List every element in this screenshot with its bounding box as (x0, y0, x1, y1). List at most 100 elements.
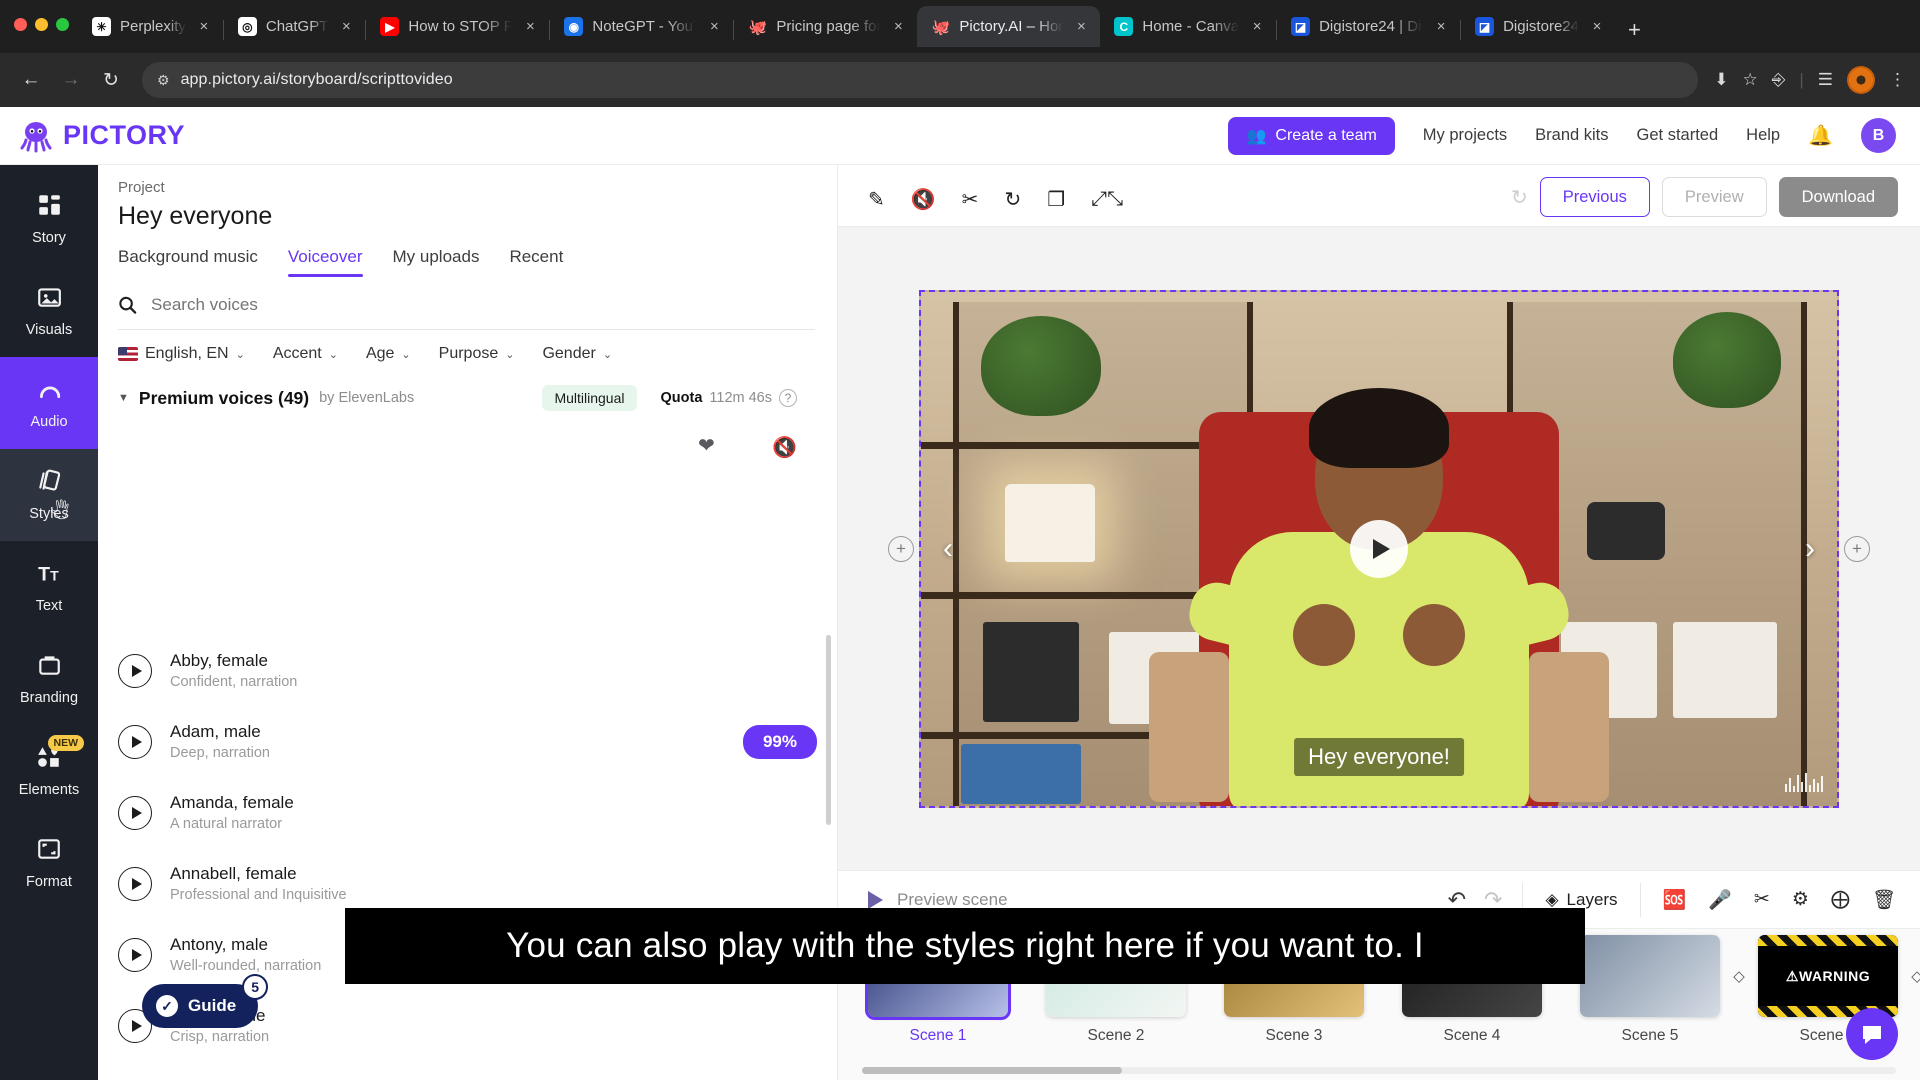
microphone-icon[interactable]: 🎤 (1708, 888, 1732, 912)
filter-age[interactable]: Age ⌄ (366, 345, 411, 363)
close-tab-button[interactable]: × (1432, 18, 1450, 35)
voice-row[interactable]: Amanda, female A natural narrator (98, 777, 837, 848)
scene-thumbnail[interactable]: ⚠WARNING (1758, 935, 1898, 1017)
scene-transition-button[interactable]: ◇ (1904, 935, 1920, 1017)
url-omnibox[interactable]: ⚙ app.pictory.ai/storyboard/scripttovide… (142, 62, 1699, 98)
chrome-menu-icon[interactable]: ⋮ (1889, 70, 1906, 90)
rail-item-branding[interactable]: Branding (0, 633, 98, 725)
duplicate-icon[interactable]: ❐ (1047, 187, 1065, 212)
reading-list-icon[interactable]: ☰ (1818, 70, 1833, 90)
close-tab-button[interactable]: × (1588, 18, 1606, 35)
browser-tab[interactable]: 🐙 Pricing page for × (734, 6, 917, 47)
browser-tab[interactable]: ◪ Digistore24 | Dig × (1277, 6, 1460, 47)
browser-tab[interactable]: C Home - Canva × (1100, 6, 1276, 47)
close-tab-button[interactable]: × (195, 18, 213, 35)
expand-icon[interactable]: ⤢⤡ (1091, 188, 1123, 211)
filter-accent[interactable]: Accent ⌄ (273, 345, 338, 363)
rail-item-format[interactable]: Format (0, 817, 98, 909)
panel-tab-recent[interactable]: Recent (509, 247, 563, 277)
close-window-button[interactable] (14, 18, 27, 31)
nav-help[interactable]: Help (1746, 126, 1780, 145)
close-tab-button[interactable]: × (337, 18, 355, 35)
rail-item-audio[interactable]: Audio (0, 357, 98, 449)
filter-purpose[interactable]: Purpose ⌄ (439, 345, 515, 363)
rail-item-styles[interactable]: Styles 🖑 (0, 449, 98, 541)
avatar[interactable]: B (1861, 118, 1896, 153)
closed-caption-icon[interactable]: 🆘 (1663, 888, 1687, 912)
close-tab-button[interactable]: × (1072, 18, 1090, 35)
browser-tab[interactable]: ◎ ChatGPT × (224, 6, 366, 47)
extensions-icon[interactable]: ⎆ (1772, 70, 1786, 90)
close-tab-button[interactable]: × (705, 18, 723, 35)
rail-item-visuals[interactable]: Visuals (0, 265, 98, 357)
guide-button[interactable]: ✓ Guide 5 (142, 974, 269, 1028)
create-team-button[interactable]: 👥 Create a team (1228, 116, 1395, 155)
notification-bell-icon[interactable]: 🔔 (1808, 123, 1833, 148)
add-scene-right-button[interactable]: + (1844, 535, 1870, 562)
video-play-button[interactable] (1350, 519, 1408, 578)
close-tab-button[interactable]: × (1248, 18, 1266, 35)
browser-tab[interactable]: 🐙 Pictory.AI – Hom × (917, 6, 1101, 47)
pictory-logo[interactable]: PICTORY (18, 118, 185, 154)
delete-trash-icon[interactable]: 🗑 (1872, 888, 1896, 912)
preview-scene-button[interactable]: Preview scene (868, 890, 1008, 910)
question-mark-icon[interactable]: ? (779, 389, 797, 407)
video-caption[interactable]: Hey everyone! (1294, 737, 1464, 776)
browser-tab[interactable]: ◪ Digistore24 × (1461, 6, 1616, 47)
scissors-box-icon[interactable]: ✂ (1754, 888, 1770, 912)
rail-item-story[interactable]: Story (0, 173, 98, 265)
maximize-window-button[interactable] (56, 18, 69, 31)
play-icon[interactable] (118, 724, 152, 759)
back-arrow-icon[interactable]: ← (14, 63, 48, 97)
left-tool-rail[interactable]: Story Visuals Audio Styles 🖑 T T Text Branding NE… (0, 165, 98, 1080)
browser-tab[interactable]: ▶ How to STOP Pr × (366, 6, 549, 47)
panel-tab-voiceover[interactable]: Voiceover (287, 247, 363, 277)
loop-icon[interactable]: ↻ (1004, 187, 1021, 212)
search-input[interactable] (151, 295, 815, 315)
install-app-icon[interactable]: ⬇ (1714, 70, 1728, 90)
voice-filters[interactable]: English, EN ⌄ Accent ⌄ Age ⌄ Purpose ⌄ Gender ⌄ (98, 330, 837, 363)
nav-brand-kits[interactable]: Brand kits (1535, 126, 1608, 145)
nav-my-projects[interactable]: My projects (1423, 126, 1507, 145)
panel-tab-background-music[interactable]: Background music (118, 247, 258, 277)
scene-thumbnail[interactable] (1580, 935, 1720, 1017)
highlighter-icon[interactable]: ✎ (868, 187, 885, 212)
voice-row[interactable]: Adam, male Deep, narration 99% (98, 706, 837, 777)
refresh-icon[interactable]: ↻ (1511, 185, 1528, 210)
close-tab-button[interactable]: × (889, 18, 907, 35)
browser-tab[interactable]: ◉ NoteGPT - YouTu × (550, 6, 733, 47)
browser-tab[interactable]: ✳ Perplexity × (78, 6, 223, 47)
multilingual-pill[interactable]: Multilingual (542, 385, 637, 411)
settings-gear-icon[interactable]: ⚙ (1792, 888, 1809, 912)
play-icon[interactable] (118, 795, 152, 830)
profile-avatar-icon[interactable] (1847, 66, 1875, 94)
bookmark-star-icon[interactable]: ☆ (1742, 70, 1757, 90)
chevron-left-icon[interactable]: ‹ (943, 532, 953, 566)
heart-icon[interactable]: ❤ (698, 433, 715, 466)
chevron-right-icon[interactable]: › (1805, 532, 1815, 566)
site-settings-icon[interactable]: ⚙ (157, 72, 170, 89)
filmstrip-scroll-thumb[interactable] (862, 1067, 1122, 1074)
scene-transition-button[interactable]: ◇ (1726, 935, 1752, 1017)
tab-strip[interactable]: ✳ Perplexity × ◎ ChatGPT × ▶ How to STOP Pr × ◉ No… (78, 6, 1653, 53)
video-preview[interactable]: ‹ › Hey everyone! (919, 289, 1839, 808)
panel-tabs[interactable]: Background music Voiceover My uploads Recen… (98, 241, 837, 277)
scene-cell[interactable]: Scene 5 (1574, 935, 1726, 1045)
close-tab-button[interactable]: × (521, 18, 539, 35)
mute-speaker-icon[interactable]: 🔇 (772, 435, 797, 460)
chat-support-icon[interactable] (1846, 1008, 1898, 1060)
add-scene-left-button[interactable]: + (888, 535, 914, 562)
scissors-icon[interactable]: ✂ (962, 187, 979, 212)
play-icon[interactable] (118, 653, 152, 688)
nav-get-started[interactable]: Get started (1637, 126, 1719, 145)
mute-icon[interactable]: 🔇 (911, 187, 936, 212)
window-traffic-lights[interactable] (14, 18, 69, 31)
voice-row[interactable]: Abby, female Confident, narration (98, 635, 837, 706)
minimize-window-button[interactable] (35, 18, 48, 31)
previous-button[interactable]: Previous (1539, 177, 1650, 217)
panel-tab-my-uploads[interactable]: My uploads (393, 247, 480, 277)
filter-gender[interactable]: Gender ⌄ (542, 345, 612, 363)
voice-row[interactable]: Brian, maleCalm (98, 1061, 837, 1080)
duplicate-scene-icon[interactable]: ⨁ (1831, 888, 1850, 912)
reload-icon[interactable]: ↻ (94, 63, 128, 97)
